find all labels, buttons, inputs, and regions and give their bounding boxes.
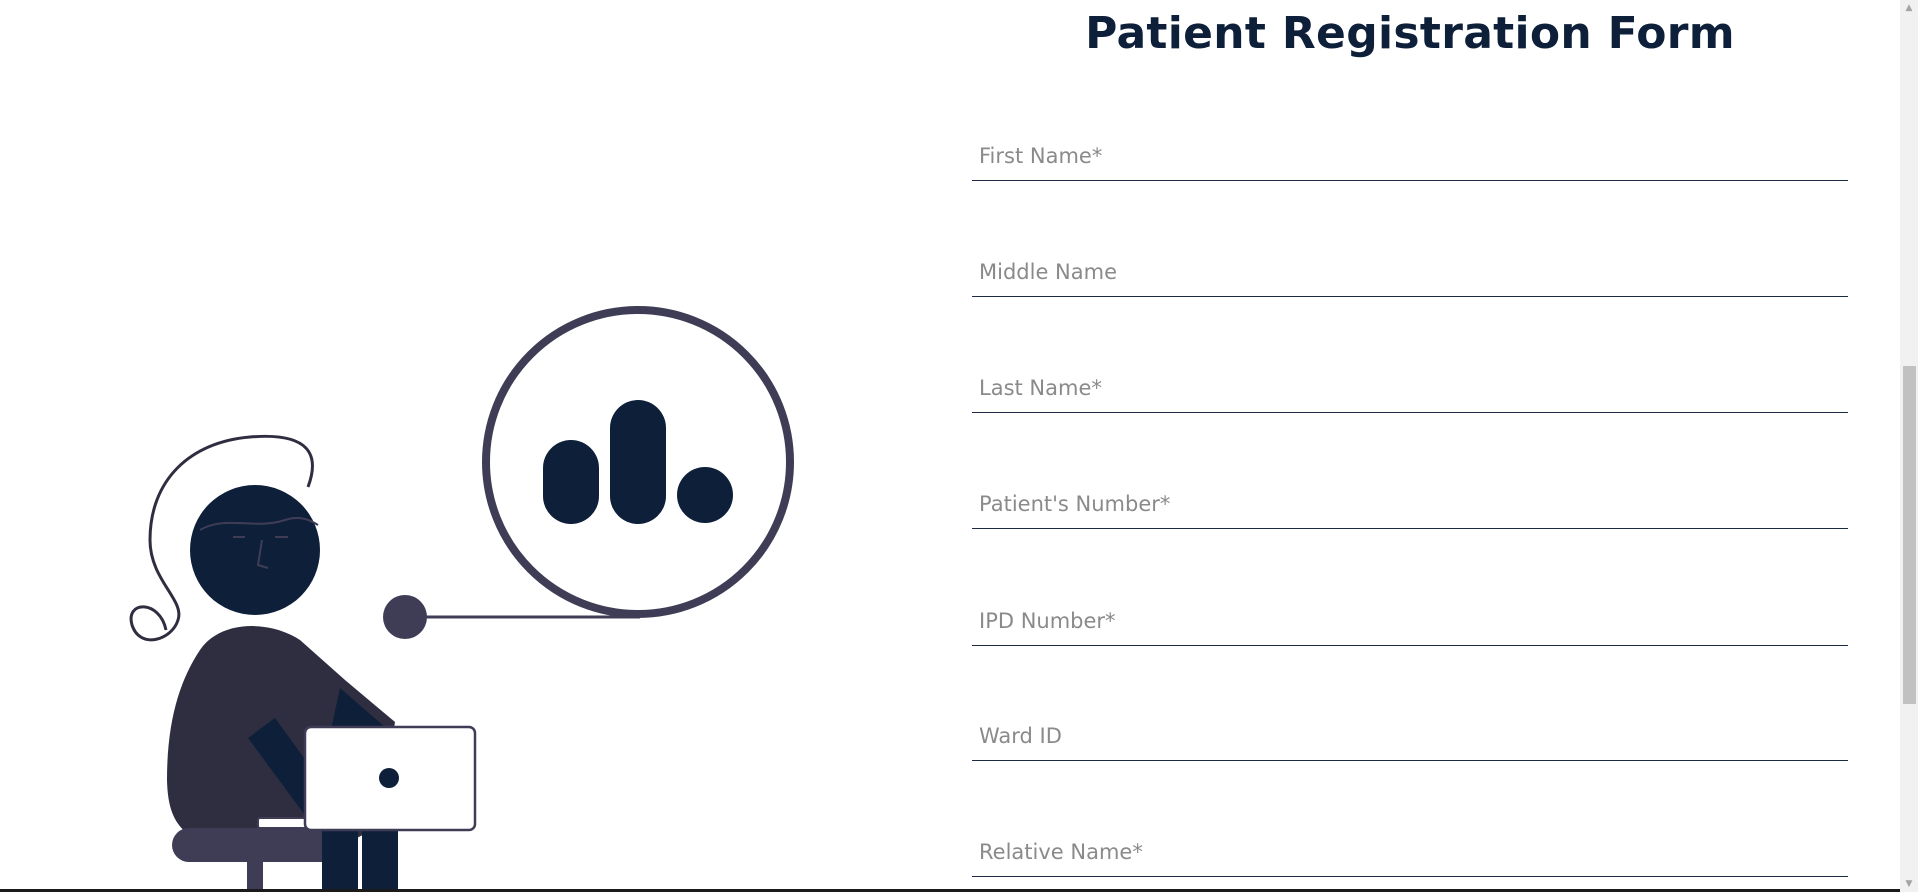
stool-leg (247, 856, 263, 892)
relative-name-input[interactable] (972, 832, 1839, 872)
patient-number-field-wrapper (972, 484, 1848, 529)
vertical-scrollbar[interactable]: ▲ ▼ (1900, 0, 1918, 892)
scroll-thumb[interactable] (1903, 366, 1916, 704)
ward-id-input[interactable] (972, 716, 1839, 756)
head (190, 485, 320, 615)
first-name-input[interactable] (972, 136, 1839, 176)
laptop-logo (379, 768, 399, 788)
person-laptop-chart-icon (129, 306, 794, 892)
middle-name-input[interactable] (972, 252, 1839, 292)
first-name-field-wrapper (972, 136, 1848, 181)
last-name-input[interactable] (972, 368, 1839, 408)
connector-dot (383, 595, 427, 639)
last-name-field-wrapper (972, 368, 1848, 413)
relative-name-field-wrapper (972, 832, 1848, 877)
scroll-down-arrow-icon[interactable]: ▼ (1900, 876, 1918, 892)
patient-number-input[interactable] (972, 484, 1839, 524)
page-title: Patient Registration Form (1085, 8, 1735, 59)
ward-id-field-wrapper (972, 716, 1848, 761)
scroll-up-arrow-icon[interactable]: ▲ (1900, 0, 1918, 16)
ipd-number-input[interactable] (972, 601, 1839, 641)
illustration (0, 0, 900, 892)
middle-name-field-wrapper (972, 252, 1848, 297)
registration-form: Patient Registration Form (972, 0, 1848, 892)
ipd-number-field-wrapper (972, 601, 1848, 646)
page: Patient Registration Form ▲ ▼ (0, 0, 1918, 892)
